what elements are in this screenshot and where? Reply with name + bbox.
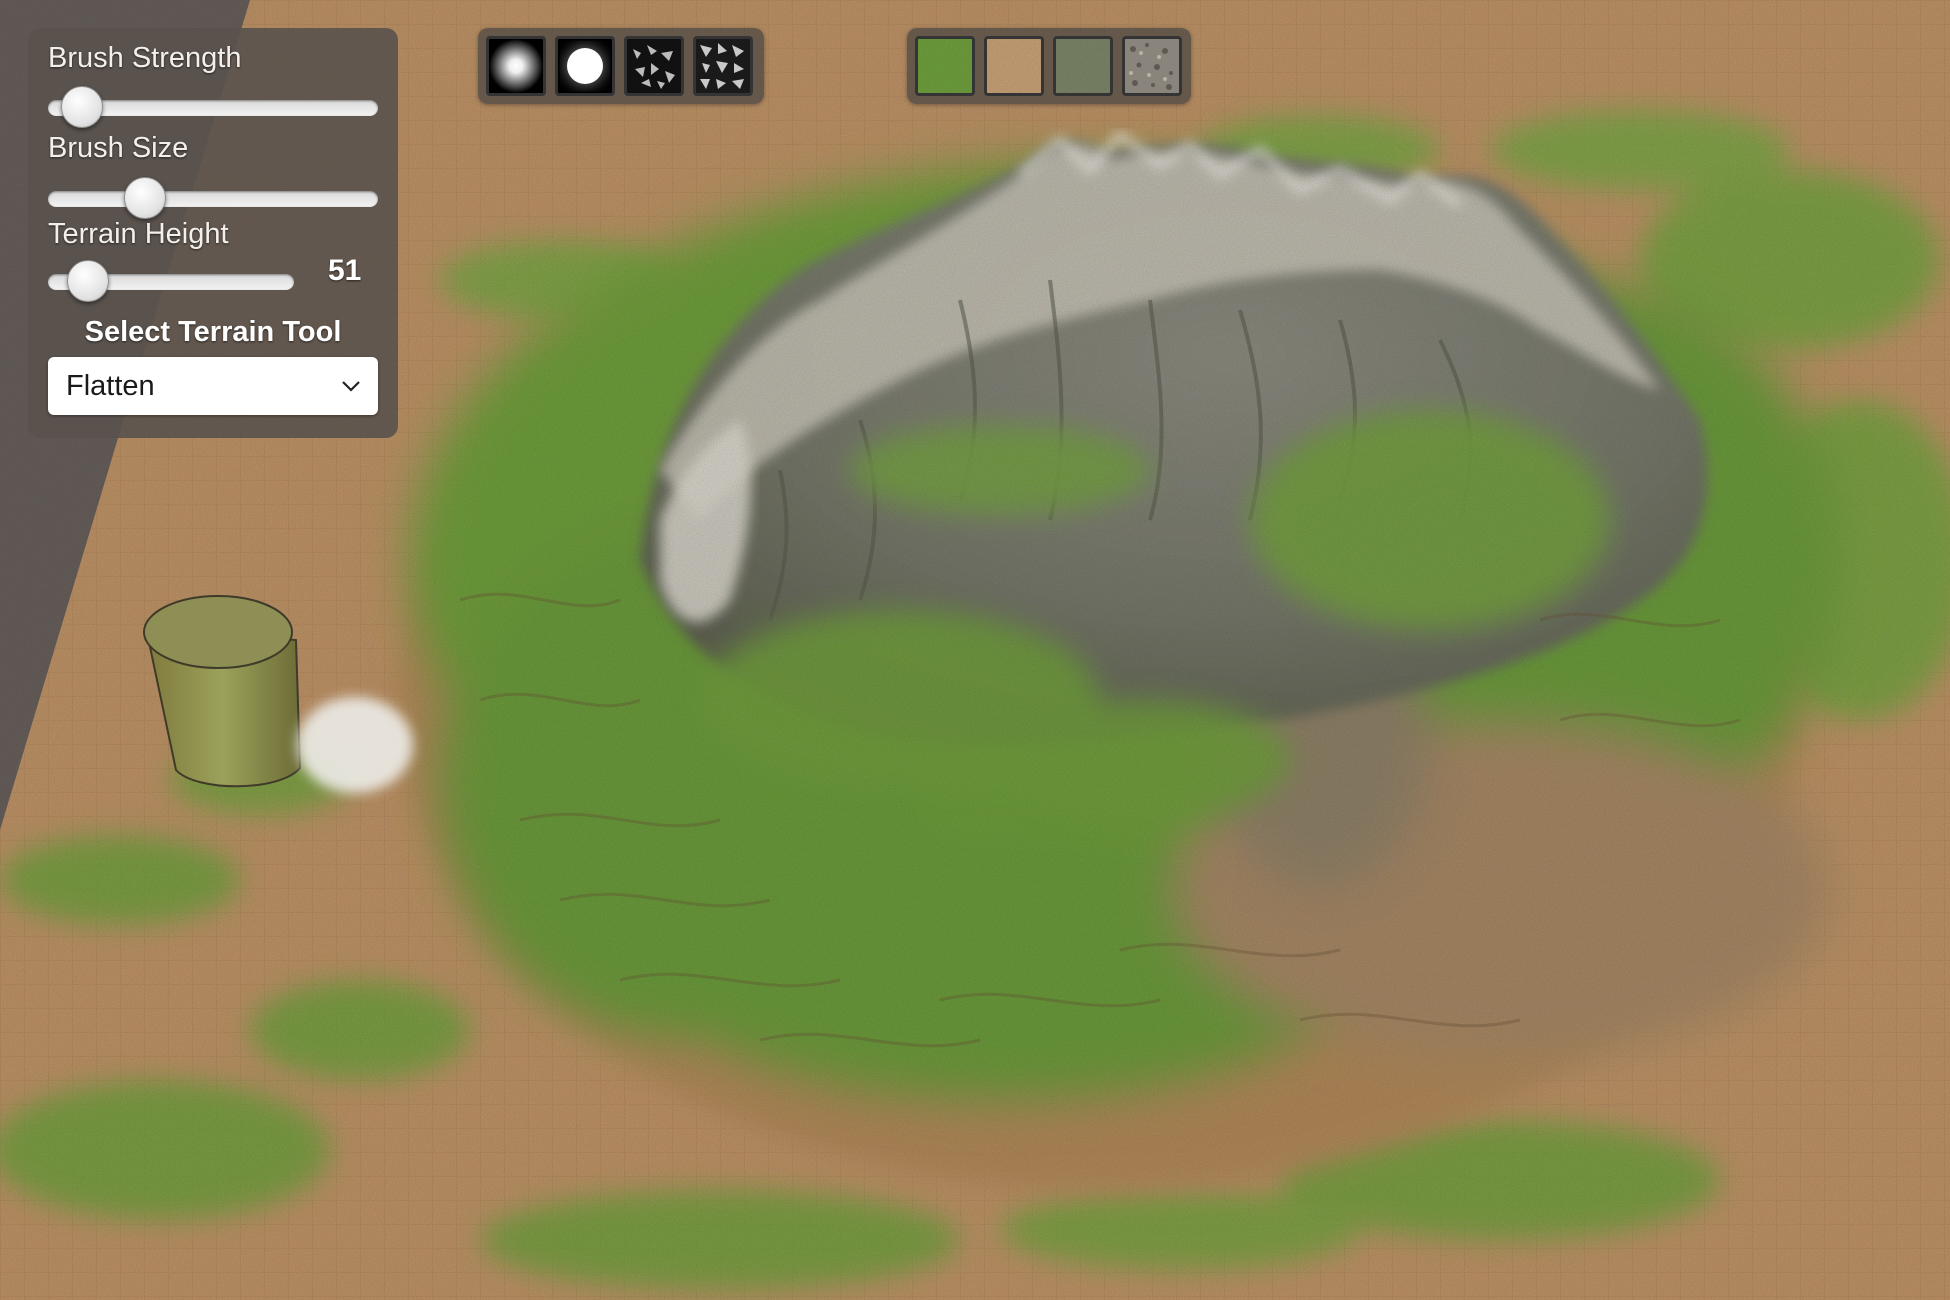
rough-noise-brush-icon[interactable] [693, 36, 753, 96]
moss-rock-texture-icon[interactable] [1053, 36, 1113, 96]
slider-thumb[interactable] [61, 86, 103, 128]
terrain-height-label: Terrain Height [48, 218, 229, 250]
terrain-height-slider[interactable] [48, 260, 294, 304]
slider-thumb[interactable] [123, 177, 166, 219]
brush-size-slider[interactable] [48, 177, 378, 221]
grass-texture-icon[interactable] [915, 36, 975, 96]
brush-size-label: Brush Size [48, 132, 189, 164]
brush-strength-label: Brush Strength [48, 42, 242, 74]
noise-brush-icon[interactable] [624, 36, 684, 96]
slider-track[interactable] [48, 191, 378, 207]
brush-palette [478, 28, 764, 104]
terrain-tool-selected-value: Flatten [66, 370, 155, 402]
hard-round-brush-icon[interactable] [555, 36, 615, 96]
soft-round-brush-icon[interactable] [486, 36, 546, 96]
terrain-tool-title: Select Terrain Tool [84, 316, 342, 348]
gravel-texture-icon[interactable] [1122, 36, 1182, 96]
brush-cursor [297, 697, 413, 793]
slider-thumb[interactable] [67, 260, 110, 302]
sand-texture-icon[interactable] [984, 36, 1044, 96]
texture-palette [907, 28, 1191, 104]
brush-strength-slider[interactable] [48, 86, 378, 130]
terrain-tool-select[interactable]: Flatten [48, 357, 378, 415]
settings-panel: Brush Strength Brush Size Terrain Height… [28, 28, 398, 438]
terrain-height-value: 51 [328, 254, 362, 287]
chevron-down-icon [342, 381, 360, 392]
